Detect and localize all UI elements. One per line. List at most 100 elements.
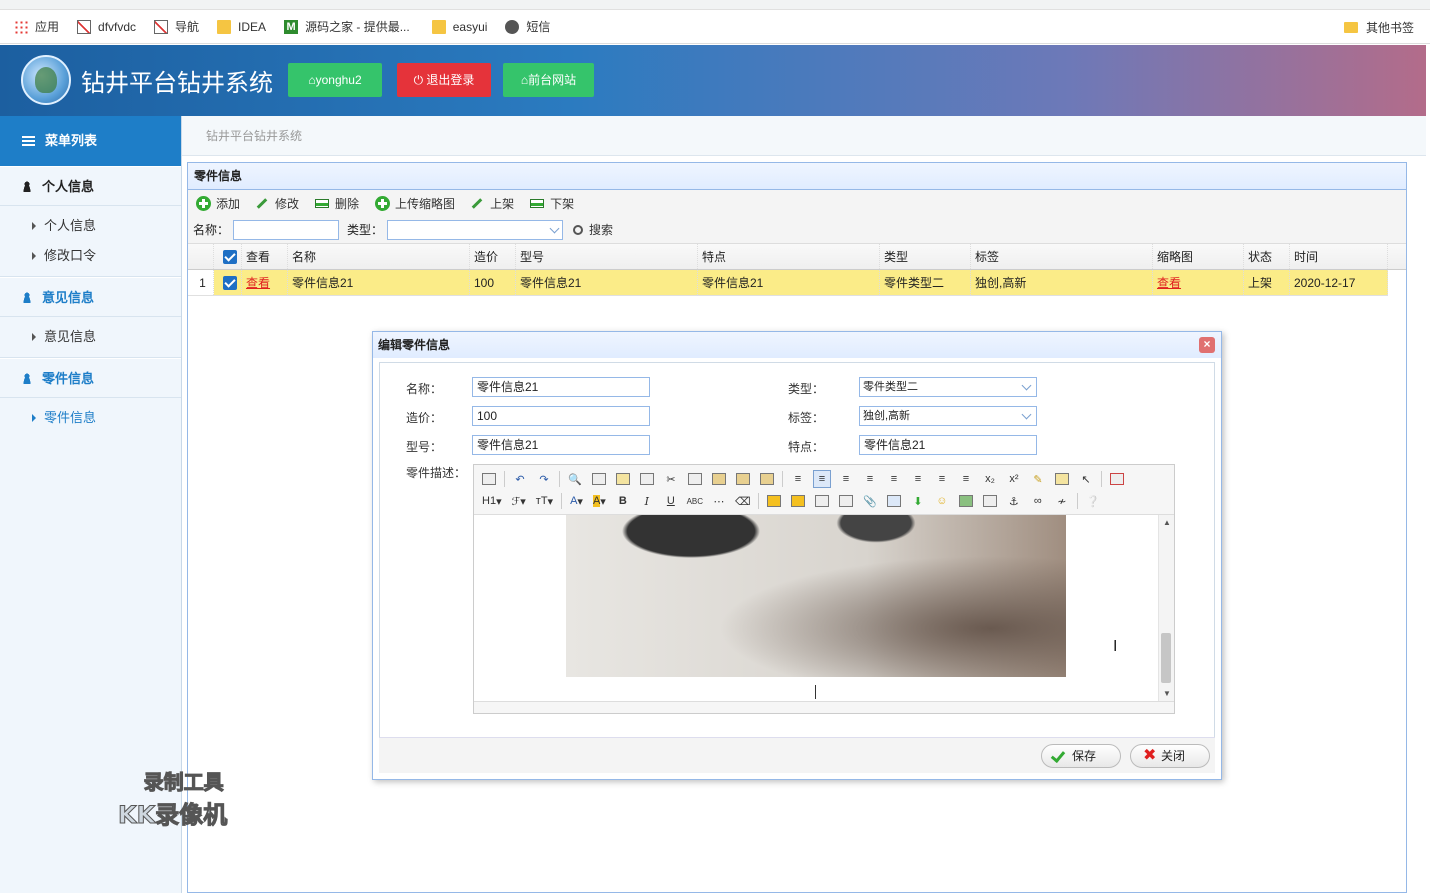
sidebar-group-personal[interactable]: 个人信息 [0,166,181,206]
table-row[interactable]: 1 查看 零件信息21 100 零件信息21 零件信息21 零件类型二 独创,高… [188,270,1388,296]
bg-color-button[interactable]: A ▾ [591,492,608,510]
strikethrough-button[interactable]: ABC [686,492,704,510]
code-icon[interactable] [638,470,656,488]
close-icon[interactable]: × [1199,337,1215,353]
bold-button[interactable]: B [614,492,632,510]
row-thumbnail-link[interactable]: 查看 [1153,270,1244,295]
editor-resize-bar[interactable] [474,701,1174,713]
subscript-icon[interactable]: x₂ [981,470,999,488]
unlink-icon[interactable]: ≁ [1053,492,1071,510]
pointer-icon[interactable]: ↖ [1077,470,1095,488]
help-icon[interactable]: ❔ [1084,492,1102,510]
unpublish-button[interactable]: 下架 [530,195,574,212]
emoticon-icon[interactable]: ☺ [933,492,951,510]
tags-select[interactable]: 独创,高新 [859,406,1037,426]
source-icon[interactable] [480,470,498,488]
bookmark-source-home[interactable]: M 源码之家 - 提供最... [284,18,410,35]
align-left-icon[interactable]: ≡ [789,470,807,488]
col-time[interactable]: 时间 [1290,244,1388,269]
upload-thumbnail-button[interactable]: 上传缩略图 [375,195,455,212]
indent-icon[interactable]: ≡ [933,470,951,488]
copy-icon[interactable] [686,470,704,488]
font-color-button[interactable]: A ▾ [568,492,585,510]
search-button[interactable]: 搜索 [573,221,613,238]
redo-icon[interactable]: ↷ [535,470,553,488]
row-checkbox[interactable] [214,270,242,295]
save-button[interactable]: 保存 [1041,744,1121,768]
bookmark-sms[interactable]: 短信 [505,18,550,35]
model-field[interactable]: 零件信息21 [472,435,650,455]
fullscreen-icon[interactable] [1108,470,1126,488]
col-model[interactable]: 型号 [516,244,698,269]
name-search-input[interactable] [233,219,340,240]
user-button[interactable]: ⌂yonghu2 [288,63,382,97]
sidebar-item-change-password[interactable]: 修改口令 [0,241,181,271]
paste-text-icon[interactable] [734,470,752,488]
col-type[interactable]: 类型 [880,244,971,269]
template-icon[interactable] [614,470,632,488]
logout-button[interactable]: ⏻ 退出登录 [397,63,491,97]
media-icon[interactable] [837,492,855,510]
sidebar-item-personal-info[interactable]: 个人信息 [0,211,181,241]
price-field[interactable]: 100 [472,406,650,426]
sidebar-group-parts[interactable]: 零件信息 [0,358,181,398]
col-thumbnail[interactable]: 缩略图 [1153,244,1244,269]
scroll-up-icon[interactable]: ▲ [1163,518,1171,527]
font-family-dropdown[interactable]: ℱ ▾ [510,492,528,510]
scroll-down-icon[interactable]: ▼ [1163,689,1171,698]
image-icon[interactable] [813,492,831,510]
ordered-list-icon[interactable]: ≡ [885,470,903,488]
bookmark-other[interactable]: 其他书签 [1343,19,1414,36]
sidebar-group-feedback[interactable]: 意见信息 [0,277,181,317]
italic-button[interactable]: I [638,492,656,510]
preview-icon[interactable]: 🔍 [566,470,584,488]
col-tags[interactable]: 标签 [971,244,1153,269]
editor-scrollbar[interactable]: ▲ ▼ [1158,515,1174,701]
superscript-icon[interactable]: x² [1005,470,1023,488]
paste-word-icon[interactable] [758,470,776,488]
insert-icon[interactable]: ⬇ [909,492,927,510]
bookmark-easyui[interactable]: easyui [431,19,487,34]
type-search-select[interactable] [387,219,564,240]
attachment-icon[interactable]: 📎 [861,492,879,510]
type-select[interactable]: 零件类型二 [859,377,1037,397]
col-feature[interactable]: 特点 [698,244,880,269]
insert-row-before-icon[interactable] [765,492,783,510]
paste-icon[interactable] [710,470,728,488]
scrollbar-thumb[interactable] [1161,633,1171,683]
undo-icon[interactable]: ↶ [511,470,529,488]
picture-icon[interactable] [957,492,975,510]
select-all-checkbox[interactable] [214,244,242,269]
insert-row-after-icon[interactable] [789,492,807,510]
edit-button[interactable]: 修改 [256,195,299,212]
table-icon[interactable] [885,492,903,510]
delete-button[interactable]: 删除 [315,195,359,212]
col-status[interactable]: 状态 [1244,244,1290,269]
sidebar-item-parts[interactable]: 零件信息 [0,403,181,433]
bookmark-dfvfvdc[interactable]: dfvfvdc [77,19,136,34]
row-view-link[interactable]: 查看 [242,270,288,295]
bookmark-nav[interactable]: 导航 [154,18,199,35]
name-field[interactable]: 零件信息21 [472,377,650,397]
publish-button[interactable]: 上架 [471,195,514,212]
page-break-icon[interactable] [981,492,999,510]
horizontal-rule-icon[interactable]: ⋯ [710,492,728,510]
align-center-icon[interactable]: ≡ [813,470,831,488]
clear-format-icon[interactable]: ✎ [1029,470,1047,488]
heading-dropdown[interactable]: H1 ▾ [480,492,504,510]
editor-content[interactable]: ▲ ▼ [474,515,1174,701]
anchor-icon[interactable]: ⚓ [1005,492,1023,510]
underline-button[interactable]: U [662,492,680,510]
front-site-button[interactable]: ⌂前台网站 [503,63,594,97]
eraser-icon[interactable]: ⌫ [734,492,752,510]
bookmark-apps[interactable]: 应用 [14,18,59,35]
bookmark-idea[interactable]: IDEA [217,19,266,34]
feature-field[interactable]: 零件信息21 [859,435,1037,455]
justify-icon[interactable]: ≡ [861,470,879,488]
select-all-icon[interactable] [1053,470,1071,488]
col-price[interactable]: 造价 [470,244,516,269]
align-right-icon[interactable]: ≡ [837,470,855,488]
print-icon[interactable] [590,470,608,488]
col-name[interactable]: 名称 [288,244,470,269]
font-size-dropdown[interactable]: тT ▾ [534,492,555,510]
